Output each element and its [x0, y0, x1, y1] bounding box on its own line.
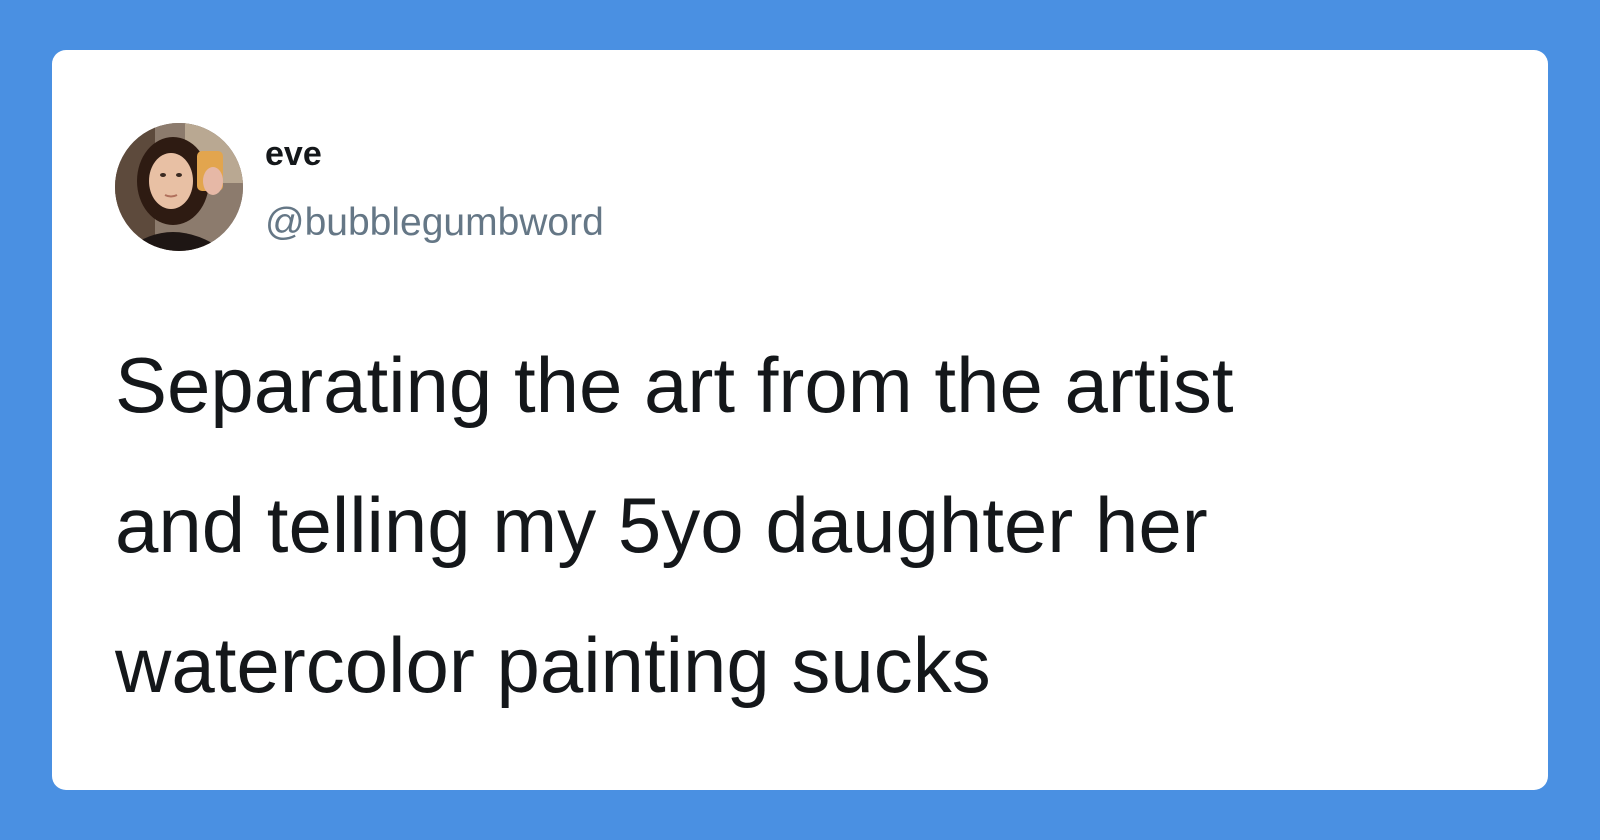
avatar[interactable] [115, 123, 243, 251]
tweet-card: eve @bubblegumbword Separating the art f… [52, 50, 1548, 790]
tweet-text-line: and telling my 5yo daughter her [115, 481, 1208, 569]
avatar-photo-icon [115, 123, 243, 251]
display-name[interactable]: eve [265, 137, 322, 171]
tweet-text-line: watercolor painting sucks [115, 621, 991, 709]
tweet-text-line: Separating the art from the artist [115, 341, 1234, 429]
tweet-header: eve @bubblegumbword [115, 123, 815, 253]
tweet-text: Separating the art from the artist and t… [115, 315, 1495, 735]
user-handle[interactable]: @bubblegumbword [265, 203, 604, 242]
